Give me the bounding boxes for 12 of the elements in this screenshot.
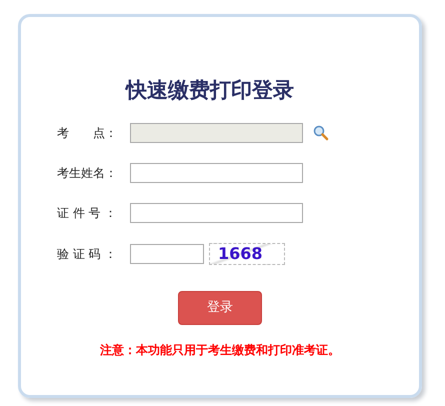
field-label: 考生姓名： xyxy=(57,164,118,182)
search-icon[interactable] xyxy=(313,124,329,140)
login-button[interactable]: 登录 xyxy=(178,290,262,324)
field-label: 考 点： xyxy=(57,124,118,142)
input-field[interactable] xyxy=(130,162,303,182)
input-field[interactable] xyxy=(130,202,303,222)
field-label: 验 证 码 ： xyxy=(57,246,118,262)
captcha-image: 1668 xyxy=(209,242,285,264)
notice-text: 注意：本功能只用于考生缴费和打印准考证。 xyxy=(100,342,340,358)
captcha-field[interactable] xyxy=(130,244,204,264)
field-label: 证 件 号 ： xyxy=(57,204,118,222)
page-title: 快速缴费打印登录 xyxy=(126,77,295,104)
